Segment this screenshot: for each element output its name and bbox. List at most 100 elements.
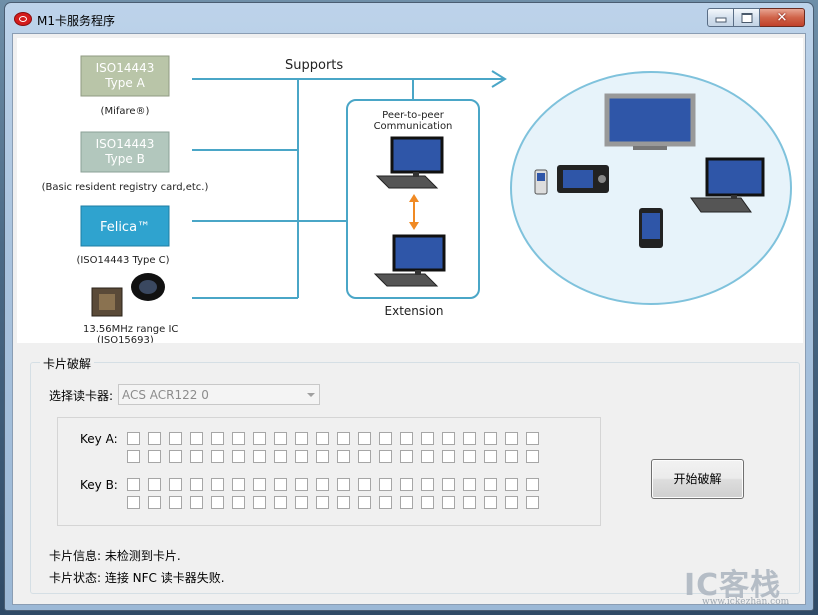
key-a-byte-checkbox[interactable] — [274, 450, 287, 463]
key-a-byte-checkbox[interactable] — [148, 450, 161, 463]
key-b-byte-checkbox[interactable] — [190, 496, 203, 509]
key-a-byte-checkbox[interactable] — [127, 432, 140, 445]
key-a-byte-checkbox[interactable] — [274, 432, 287, 445]
key-a-byte-checkbox[interactable] — [484, 450, 497, 463]
key-b-byte-checkbox[interactable] — [169, 496, 182, 509]
key-a-byte-checkbox[interactable] — [526, 432, 539, 445]
key-b-byte-checkbox[interactable] — [295, 478, 308, 491]
key-b-byte-checkbox[interactable] — [148, 478, 161, 491]
key-b-byte-checkbox[interactable] — [295, 496, 308, 509]
key-a-byte-checkbox[interactable] — [379, 432, 392, 445]
key-a-byte-checkbox[interactable] — [295, 450, 308, 463]
key-b-byte-checkbox[interactable] — [337, 478, 350, 491]
key-b-byte-checkbox[interactable] — [316, 496, 329, 509]
key-b-byte-checkbox[interactable] — [505, 478, 518, 491]
key-b-byte-checkbox[interactable] — [127, 478, 140, 491]
key-a-byte-checkbox[interactable] — [358, 450, 371, 463]
key-b-byte-checkbox[interactable] — [232, 496, 245, 509]
key-a-byte-checkbox[interactable] — [442, 450, 455, 463]
key-b-byte-checkbox[interactable] — [400, 478, 413, 491]
key-a-byte-checkbox[interactable] — [421, 450, 434, 463]
key-a-byte-checkbox[interactable] — [169, 450, 182, 463]
key-b-byte-checkbox[interactable] — [463, 478, 476, 491]
key-b-byte-checkbox[interactable] — [190, 478, 203, 491]
key-b-byte-checkbox[interactable] — [526, 496, 539, 509]
maximize-button[interactable] — [734, 8, 760, 27]
key-a-byte-checkbox[interactable] — [253, 450, 266, 463]
minimize-button[interactable] — [707, 8, 734, 27]
key-a-byte-checkbox[interactable] — [211, 432, 224, 445]
smartphone-icon — [639, 208, 663, 248]
key-b-byte-checkbox[interactable] — [379, 496, 392, 509]
key-b-byte-checkbox[interactable] — [211, 496, 224, 509]
key-a-byte-checkbox[interactable] — [211, 450, 224, 463]
key-a-byte-checkbox[interactable] — [505, 450, 518, 463]
reader-label: 选择读卡器: — [49, 389, 114, 403]
maximize-icon — [741, 12, 752, 23]
key-a-byte-checkbox[interactable] — [148, 432, 161, 445]
key-b-byte-checkbox[interactable] — [421, 496, 434, 509]
key-a-byte-checkbox[interactable] — [169, 432, 182, 445]
key-b-byte-checkbox[interactable] — [232, 478, 245, 491]
p2p-line1: Peer-to-peer — [382, 110, 445, 121]
key-a-byte-checkbox[interactable] — [337, 450, 350, 463]
start-crack-button[interactable]: 开始破解 — [651, 459, 744, 499]
key-b-byte-checkbox[interactable] — [442, 478, 455, 491]
key-a-byte-checkbox[interactable] — [421, 432, 434, 445]
key-a-byte-checkbox[interactable] — [127, 450, 140, 463]
type-a-line1: ISO14443 — [96, 61, 155, 75]
key-b-byte-checkbox[interactable] — [274, 496, 287, 509]
key-b-byte-checkbox[interactable] — [358, 496, 371, 509]
key-b-byte-checkbox[interactable] — [253, 496, 266, 509]
minimize-icon — [715, 17, 726, 23]
key-b-byte-checkbox[interactable] — [169, 478, 182, 491]
key-b-byte-checkbox[interactable] — [148, 496, 161, 509]
title-bar[interactable]: M1卡服务程序 ✕ — [5, 3, 813, 33]
key-a-byte-checkbox[interactable] — [295, 432, 308, 445]
computer-icon-bottom — [373, 234, 446, 287]
key-a-byte-checkbox[interactable] — [400, 450, 413, 463]
key-a-byte-checkbox[interactable] — [316, 450, 329, 463]
key-a-byte-checkbox[interactable] — [526, 450, 539, 463]
key-a-byte-checkbox[interactable] — [337, 432, 350, 445]
key-a-byte-checkbox[interactable] — [463, 432, 476, 445]
key-a-byte-checkbox[interactable] — [442, 432, 455, 445]
crack-group-label: 卡片破解 — [40, 355, 95, 372]
key-a-byte-checkbox[interactable] — [358, 432, 371, 445]
key-a-byte-checkbox[interactable] — [253, 432, 266, 445]
key-b-byte-checkbox[interactable] — [274, 478, 287, 491]
key-b-byte-checkbox[interactable] — [526, 478, 539, 491]
iso15693-label: (ISO15693) — [97, 335, 154, 343]
key-b-byte-checkbox[interactable] — [358, 478, 371, 491]
key-b-byte-checkbox[interactable] — [211, 478, 224, 491]
key-a-byte-checkbox[interactable] — [484, 432, 497, 445]
key-b-byte-checkbox[interactable] — [484, 496, 497, 509]
watermark: IC客栈 www.ickezhan.com — [680, 560, 808, 610]
key-b-byte-checkbox[interactable] — [337, 496, 350, 509]
close-button[interactable]: ✕ — [760, 8, 805, 27]
key-a-byte-checkbox[interactable] — [379, 450, 392, 463]
key-a-byte-checkbox[interactable] — [400, 432, 413, 445]
key-b-byte-checkbox[interactable] — [463, 496, 476, 509]
key-b-byte-checkbox[interactable] — [253, 478, 266, 491]
key-b-byte-checkbox[interactable] — [505, 496, 518, 509]
reader-select[interactable]: ACS ACR122 0 — [118, 384, 320, 405]
key-b-byte-checkbox[interactable] — [442, 496, 455, 509]
key-a-byte-checkbox[interactable] — [190, 450, 203, 463]
p2p-line2: Communication — [374, 121, 453, 132]
key-b-byte-checkbox[interactable] — [421, 478, 434, 491]
key-b-byte-checkbox[interactable] — [400, 496, 413, 509]
key-a-byte-checkbox[interactable] — [316, 432, 329, 445]
key-a-byte-checkbox[interactable] — [190, 432, 203, 445]
key-b-byte-checkbox[interactable] — [484, 478, 497, 491]
key-a-byte-checkbox[interactable] — [463, 450, 476, 463]
key-b-byte-checkbox[interactable] — [127, 496, 140, 509]
key-a-byte-checkbox[interactable] — [232, 450, 245, 463]
key-a-byte-checkbox[interactable] — [232, 432, 245, 445]
mobile-phone-icon-small — [534, 169, 548, 195]
key-b-byte-checkbox[interactable] — [316, 478, 329, 491]
key-b-label: Key B: — [80, 478, 118, 492]
camera-icon — [557, 165, 609, 193]
key-a-byte-checkbox[interactable] — [505, 432, 518, 445]
key-b-byte-checkbox[interactable] — [379, 478, 392, 491]
